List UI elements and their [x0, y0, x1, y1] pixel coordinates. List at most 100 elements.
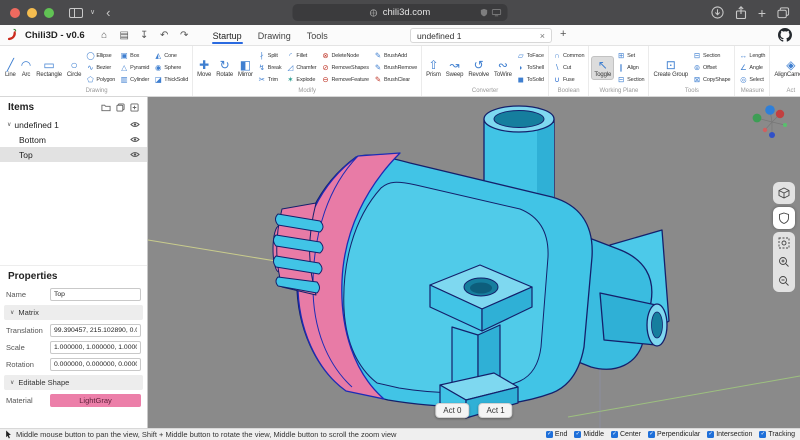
- tree-item-bottom[interactable]: Bottom: [0, 132, 147, 147]
- document-tab[interactable]: undefined 1 ×: [410, 28, 552, 43]
- act-button-act-1[interactable]: Act 1: [479, 403, 513, 418]
- ribbon-button-offset[interactable]: ⊚Offset: [692, 62, 731, 73]
- material-button[interactable]: LightGray: [50, 394, 141, 407]
- home-icon[interactable]: ⌂: [98, 30, 111, 41]
- viewport[interactable]: Act 0 Act 1: [148, 97, 800, 428]
- snap-toggle-middle[interactable]: ✓Middle: [574, 431, 604, 438]
- ribbon-button-rectangle[interactable]: ▭Rectangle: [34, 57, 64, 79]
- zoom-out-icon[interactable]: [775, 272, 793, 290]
- ribbon-button-brushadd[interactable]: ✎BrushAdd: [373, 50, 418, 61]
- tab-tools[interactable]: Tools: [306, 28, 329, 43]
- snap-toggle-center[interactable]: ✓Center: [611, 431, 641, 438]
- shield-icon[interactable]: [773, 207, 795, 229]
- snap-toggle-intersection[interactable]: ✓Intersection: [707, 431, 752, 438]
- ribbon-button-tosolid[interactable]: ◼ToSolid: [516, 74, 545, 85]
- ribbon-button-explode[interactable]: ✶Explode: [285, 74, 317, 85]
- download-icon[interactable]: ↧: [138, 30, 151, 41]
- ribbon-button-section[interactable]: ⊟Section: [616, 74, 645, 85]
- tree-item-top[interactable]: Top: [0, 147, 147, 162]
- privacy-icon[interactable]: [480, 8, 489, 17]
- reader-icon[interactable]: [492, 8, 502, 17]
- ribbon-button-chamfer[interactable]: ◿Chamfer: [285, 62, 317, 73]
- zoom-in-icon[interactable]: [775, 253, 793, 271]
- visibility-eye-icon[interactable]: [130, 121, 140, 128]
- download-icon[interactable]: [711, 6, 724, 19]
- ribbon-button-removefeature[interactable]: ⊖RemoveFeature: [320, 74, 370, 85]
- ribbon-button-angle[interactable]: ∠Angle: [738, 62, 766, 73]
- tree-item-undefined-1[interactable]: ∨undefined 1: [0, 117, 147, 132]
- ribbon-button-toggle[interactable]: ↖Toggle: [591, 56, 614, 80]
- ribbon-button-select[interactable]: ◎Select: [738, 74, 766, 85]
- ribbon-button-rotate[interactable]: ↻Rotate: [214, 57, 235, 79]
- ribbon-button-break[interactable]: ↯Break: [257, 62, 283, 73]
- tab-overview-icon[interactable]: [777, 7, 790, 19]
- chevron-down-icon[interactable]: ∨: [90, 9, 95, 16]
- document-icon[interactable]: ▤: [118, 30, 131, 41]
- tab-drawing[interactable]: Drawing: [257, 28, 292, 43]
- redo-icon[interactable]: ↷: [178, 30, 191, 41]
- ribbon-button-split[interactable]: ∤Split: [257, 50, 283, 61]
- ribbon-button-box[interactable]: ▣Box: [119, 50, 150, 61]
- ribbon-button-cone[interactable]: ◭Cone: [153, 50, 189, 61]
- ribbon-button-section[interactable]: ⊟Section: [692, 50, 731, 61]
- visibility-eye-icon[interactable]: [130, 136, 140, 143]
- ribbon-button-brushremove[interactable]: ✎BrushRemove: [373, 62, 418, 73]
- ribbon-button-circle[interactable]: ○Circle: [65, 57, 83, 79]
- visibility-eye-icon[interactable]: [130, 151, 140, 158]
- share-icon[interactable]: [735, 6, 747, 20]
- ribbon-button-sphere[interactable]: ◉Sphere: [153, 62, 189, 73]
- ribbon-button-fuse[interactable]: ∪Fuse: [552, 74, 585, 85]
- ribbon-button-copyshape[interactable]: ⊠CopyShape: [692, 74, 731, 85]
- ribbon-button-ellipse[interactable]: ◯Ellipse: [85, 50, 116, 61]
- stack-icon[interactable]: [116, 103, 125, 112]
- ribbon-button-towire[interactable]: ∾ToWire: [492, 57, 514, 79]
- rotation-field[interactable]: [50, 358, 141, 371]
- snap-toggle-tracking[interactable]: ✓Tracking: [759, 431, 795, 438]
- ribbon-button-thicksolid[interactable]: ◪ThickSolid: [153, 74, 189, 85]
- ribbon-button-line[interactable]: ╱Line: [3, 57, 18, 79]
- address-bar[interactable]: chili3d.com: [293, 4, 508, 21]
- window-close-button[interactable]: [10, 8, 20, 18]
- new-tab-icon[interactable]: +: [758, 6, 766, 20]
- view-cube-icon[interactable]: [775, 184, 793, 202]
- fit-view-icon[interactable]: [775, 234, 793, 252]
- ribbon-button-cylinder[interactable]: ▥Cylinder: [119, 74, 150, 85]
- expand-icon[interactable]: [130, 103, 139, 112]
- ribbon-button-sweep[interactable]: ↝Sweep: [444, 57, 466, 79]
- ribbon-button-fillet[interactable]: ◜Fillet: [285, 50, 317, 61]
- ribbon-button-prism[interactable]: ⇧Prism: [424, 57, 443, 79]
- chevron-down-icon[interactable]: ∨: [7, 121, 11, 128]
- ribbon-button-length[interactable]: ↔Length: [738, 50, 766, 61]
- snap-toggle-perpendicular[interactable]: ✓Perpendicular: [648, 431, 700, 438]
- act-button-act-0[interactable]: Act 0: [435, 403, 469, 418]
- translation-field[interactable]: [50, 324, 141, 337]
- ribbon-button-move[interactable]: ✚Move: [195, 57, 213, 79]
- back-icon[interactable]: ‹: [106, 6, 110, 19]
- ribbon-button-trim[interactable]: ✂Trim: [257, 74, 283, 85]
- snap-toggle-end[interactable]: ✓End: [546, 431, 567, 438]
- sidebar-icon[interactable]: [69, 8, 83, 18]
- ribbon-button-polygon[interactable]: ⬠Polygon: [85, 74, 116, 85]
- ribbon-button-align[interactable]: ∥Align: [616, 62, 645, 73]
- window-minimize-button[interactable]: [27, 8, 37, 18]
- ribbon-button-cut[interactable]: ∖Cut: [552, 62, 585, 73]
- tab-startup[interactable]: Startup: [212, 28, 243, 43]
- new-document-button[interactable]: +: [560, 28, 566, 40]
- ribbon-button-aligncamera[interactable]: ◈AlignCamera: [772, 57, 800, 79]
- axis-orientation-gizmo[interactable]: [746, 100, 796, 146]
- ribbon-button-toshell[interactable]: ◗ToShell: [516, 62, 545, 73]
- ribbon-button-toface[interactable]: ▱ToFace: [516, 50, 545, 61]
- ribbon-button-set[interactable]: ⊞Set: [616, 50, 645, 61]
- window-zoom-button[interactable]: [44, 8, 54, 18]
- ribbon-button-pyramid[interactable]: △Pyramid: [119, 62, 150, 73]
- ribbon-button-bezier[interactable]: ∿Bezier: [85, 62, 116, 73]
- ribbon-button-mirror[interactable]: ◧Mirror: [236, 57, 255, 79]
- ribbon-button-deletenode[interactable]: ⊗DeleteNode: [320, 50, 370, 61]
- scale-field[interactable]: [50, 341, 141, 354]
- name-field[interactable]: [50, 288, 141, 301]
- ribbon-button-create-group[interactable]: ⊡Create Group: [651, 57, 690, 79]
- editable-shape-section-header[interactable]: ∨ Editable Shape: [4, 375, 143, 390]
- close-icon[interactable]: ×: [540, 31, 545, 41]
- add-folder-icon[interactable]: [101, 103, 111, 112]
- ribbon-button-removeshapes[interactable]: ⊘RemoveShapes: [320, 62, 370, 73]
